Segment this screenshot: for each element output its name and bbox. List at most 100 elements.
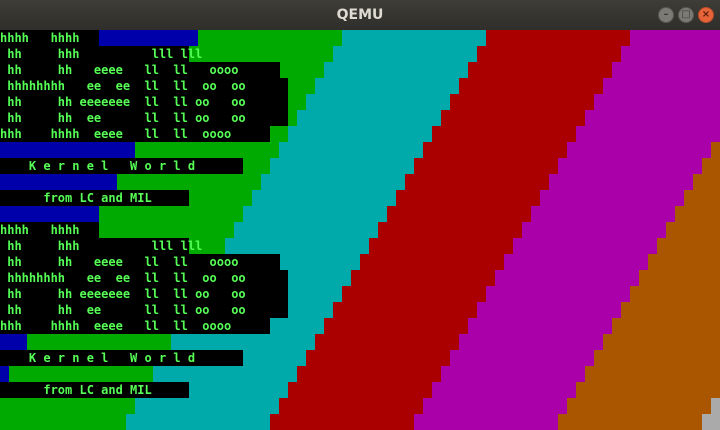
console-text-line <box>0 334 18 350</box>
color-band <box>126 414 270 430</box>
console-text-line: from LC and MIL <box>0 382 189 398</box>
vm-screen[interactable]: hhhh hhhh hh hhh lll lll hh hh eeee ll l… <box>0 30 720 430</box>
color-band <box>711 142 720 158</box>
color-band <box>288 382 432 398</box>
console-text-line: hhh hhhh eeee ll ll oooo <box>0 318 270 334</box>
color-band <box>0 366 9 382</box>
color-band <box>279 398 423 414</box>
color-band <box>252 190 396 206</box>
color-band <box>270 158 414 174</box>
color-band <box>369 238 513 254</box>
gray-block <box>711 398 720 412</box>
color-band <box>585 366 720 382</box>
maximize-icon: □ <box>681 9 691 20</box>
color-band <box>9 366 153 382</box>
color-band <box>135 142 279 158</box>
color-band <box>702 158 720 174</box>
color-band <box>567 142 711 158</box>
color-band <box>432 126 576 142</box>
color-band <box>603 334 720 350</box>
color-band <box>315 334 459 350</box>
color-band <box>423 398 567 414</box>
color-band <box>117 174 261 190</box>
color-band <box>351 270 495 286</box>
color-band <box>576 382 720 398</box>
color-band <box>270 414 414 430</box>
color-band <box>657 238 720 254</box>
color-band <box>477 302 621 318</box>
color-band <box>333 46 477 62</box>
color-band <box>342 286 486 302</box>
color-band <box>639 270 720 286</box>
color-band <box>486 30 630 46</box>
color-band <box>198 30 342 46</box>
color-band <box>459 334 603 350</box>
color-band <box>612 318 720 334</box>
color-band <box>297 110 441 126</box>
color-band <box>288 126 432 142</box>
color-band <box>693 174 720 190</box>
color-band <box>306 350 450 366</box>
color-band <box>27 334 171 350</box>
color-band <box>585 110 720 126</box>
color-band <box>630 286 720 302</box>
color-band <box>666 222 720 238</box>
color-band <box>225 238 369 254</box>
color-band <box>0 398 135 414</box>
color-band <box>648 254 720 270</box>
color-band <box>522 222 666 238</box>
color-band <box>495 270 639 286</box>
minimize-button[interactable]: – <box>658 7 674 23</box>
color-band <box>594 350 720 366</box>
console-text-line <box>0 206 90 222</box>
color-band <box>360 254 504 270</box>
color-band <box>135 398 279 414</box>
color-band <box>675 206 720 222</box>
color-band <box>414 414 558 430</box>
color-band <box>378 222 522 238</box>
color-band <box>621 46 720 62</box>
console-text-line <box>0 142 126 158</box>
console-text-line: hh hhh lll lll <box>0 46 203 62</box>
color-band <box>189 46 333 62</box>
color-band <box>612 62 720 78</box>
color-band <box>414 158 558 174</box>
console-text-line: hh hh eeee ll ll oooo <box>0 254 280 270</box>
color-band <box>468 318 612 334</box>
color-band <box>630 30 720 46</box>
console-text-line: hh hh eeeeeee ll ll oo oo <box>0 286 288 302</box>
color-band <box>576 126 720 142</box>
color-band <box>297 366 441 382</box>
console-text-line: hhhh hhhh <box>0 222 99 238</box>
console-text-line: hhhh hhhh <box>0 30 99 46</box>
console-text-line: hhh hhhh eeee ll ll oooo <box>0 126 270 142</box>
color-band <box>558 414 702 430</box>
color-band <box>684 190 720 206</box>
console-text-line: hh hh eeee ll ll oooo <box>0 62 280 78</box>
maximize-button[interactable]: □ <box>678 7 694 23</box>
color-band <box>396 190 540 206</box>
window-titlebar[interactable]: QEMU – □ × <box>0 0 720 31</box>
color-band <box>477 46 621 62</box>
console-text-line: K e r n e l W o r l d <box>0 350 243 366</box>
color-band <box>504 254 648 270</box>
color-band <box>450 94 594 110</box>
color-band <box>99 206 243 222</box>
console-text-line: from LC and MIL <box>0 190 189 206</box>
window-title: QEMU <box>336 7 384 23</box>
color-band <box>387 206 531 222</box>
minimize-icon: – <box>663 9 669 20</box>
color-band <box>243 206 387 222</box>
color-band <box>0 414 126 430</box>
color-band <box>468 62 612 78</box>
color-band <box>90 222 234 238</box>
color-band <box>594 94 720 110</box>
close-button[interactable]: × <box>698 7 714 23</box>
console-text-line: K e r n e l W o r l d <box>0 158 243 174</box>
console-text-line: hh hh eeeeeee ll ll oo oo <box>0 94 288 110</box>
color-band <box>279 142 423 158</box>
color-band <box>261 174 405 190</box>
close-icon: × <box>701 9 711 20</box>
color-band <box>540 190 684 206</box>
color-band <box>432 382 576 398</box>
